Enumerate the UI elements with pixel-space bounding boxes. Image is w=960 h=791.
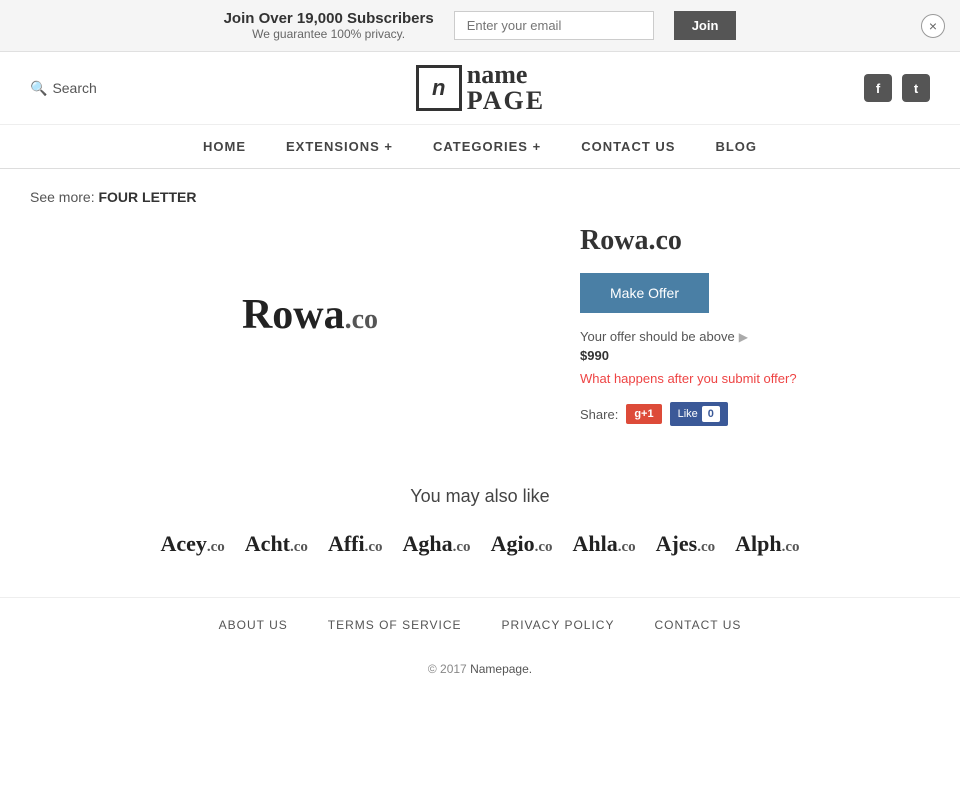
also-like-item[interactable]: Ahla.co xyxy=(572,531,635,557)
header: 🔍 Search n name PAGE f t xyxy=(0,52,960,125)
also-like-item[interactable]: Acey.co xyxy=(160,531,224,557)
footer-link-about[interactable]: ABOUT US xyxy=(219,618,288,632)
close-banner-button[interactable]: × xyxy=(921,14,945,38)
share-label: Share: xyxy=(580,407,618,422)
twitter-icon[interactable]: t xyxy=(902,74,930,102)
footer-link-terms[interactable]: TERMS OF SERVICE xyxy=(328,618,462,632)
footer-link-privacy[interactable]: PRIVACY POLICY xyxy=(502,618,615,632)
also-like-ext: .co xyxy=(365,539,383,555)
also-like-item[interactable]: Ajes.co xyxy=(656,531,715,557)
footer-brand-link[interactable]: Namepage. xyxy=(470,662,532,676)
nav-categories[interactable]: CATEGORIES + xyxy=(433,139,541,154)
also-like-ext: .co xyxy=(535,539,553,555)
domain-display: Rowa.co Rowa.co Make Offer Your offer sh… xyxy=(30,225,930,426)
also-like-item[interactable]: Affi.co xyxy=(328,531,383,557)
see-more-prefix: See more: xyxy=(30,189,95,205)
nav-blog[interactable]: BLOG xyxy=(715,139,757,154)
logo-page: PAGE xyxy=(467,88,545,114)
offer-hint: Your offer should be above ▶ xyxy=(580,329,860,344)
four-letter-link[interactable]: FOUR LETTER xyxy=(98,189,196,205)
also-like-name: Ajes xyxy=(656,531,698,556)
social-links: f t xyxy=(864,74,930,102)
footer-copy: © 2017 Namepage. xyxy=(0,652,960,696)
also-like-title: You may also like xyxy=(30,486,930,507)
also-like-name: Agio xyxy=(491,531,535,556)
banner-headline: Join Over 19,000 Subscribers xyxy=(224,10,434,27)
main-content: See more: FOUR LETTER Rowa.co Rowa.co Ma… xyxy=(0,169,960,597)
top-banner: Join Over 19,000 Subscribers We guarante… xyxy=(0,0,960,52)
also-like-ext: .co xyxy=(618,539,636,555)
nav-home[interactable]: HOME xyxy=(203,139,246,154)
also-like-item[interactable]: Agio.co xyxy=(491,531,553,557)
offer-hint-text: Your offer should be above xyxy=(580,329,735,344)
offer-after-link[interactable]: What happens after you submit offer? xyxy=(580,371,860,386)
nav-extensions[interactable]: EXTENSIONS + xyxy=(286,139,393,154)
breadcrumb: See more: FOUR LETTER xyxy=(30,189,930,205)
google-plus-button[interactable]: g+1 xyxy=(626,404,661,424)
banner-text: Join Over 19,000 Subscribers We guarante… xyxy=(224,10,434,41)
also-like-item[interactable]: Alph.co xyxy=(735,531,799,557)
also-like-name: Acey xyxy=(160,531,206,556)
also-like-ext: .co xyxy=(782,539,800,555)
also-like-item[interactable]: Agha.co xyxy=(403,531,471,557)
footer-copy-year: © 2017 xyxy=(428,662,467,676)
nav-contact[interactable]: CONTACT US xyxy=(581,139,675,154)
also-like-item[interactable]: Acht.co xyxy=(245,531,308,557)
also-like-name: Acht xyxy=(245,531,290,556)
join-button[interactable]: Join xyxy=(674,11,737,40)
domain-name-part: Rowa xyxy=(242,292,345,338)
footer-links: ABOUT US TERMS OF SERVICE PRIVACY POLICY CO… xyxy=(0,597,960,652)
share-row: Share: g+1 Like 0 xyxy=(580,402,860,426)
search-label: Search xyxy=(52,80,96,96)
also-like-name: Agha xyxy=(403,531,453,556)
logo-name: name xyxy=(467,62,545,88)
also-like-name: Ahla xyxy=(572,531,617,556)
logo-link[interactable]: n name PAGE xyxy=(416,62,545,114)
domain-image-name: Rowa.co xyxy=(242,291,378,339)
main-nav: HOME EXTENSIONS + CATEGORIES + CONTACT U… xyxy=(0,125,960,169)
logo-icon: n xyxy=(416,65,462,111)
facebook-icon[interactable]: f xyxy=(864,74,892,102)
domain-content: Rowa.co Rowa.co Make Offer Your offer sh… xyxy=(30,225,930,426)
domain-info: Rowa.co Make Offer Your offer should be … xyxy=(580,225,860,426)
arrow-right-icon: ▶ xyxy=(739,330,748,344)
also-like-name: Affi xyxy=(328,531,365,556)
footer-link-contact[interactable]: CONTACT US xyxy=(654,618,741,632)
logo-icon-letter: n xyxy=(432,75,445,101)
search-area[interactable]: 🔍 Search xyxy=(30,80,97,97)
make-offer-button[interactable]: Make Offer xyxy=(580,273,709,313)
also-like-grid: Acey.coAcht.coAffi.coAgha.coAgio.coAhla.… xyxy=(30,531,930,557)
domain-image: Rowa.co xyxy=(100,225,520,405)
fb-like-label: Like xyxy=(678,408,698,420)
also-like-section: You may also like Acey.coAcht.coAffi.coA… xyxy=(30,456,930,577)
email-input[interactable] xyxy=(454,11,654,40)
domain-ext-part: .co xyxy=(345,304,378,335)
fb-count: 0 xyxy=(702,406,720,422)
facebook-like-button[interactable]: Like 0 xyxy=(670,402,728,426)
also-like-ext: .co xyxy=(207,539,225,555)
also-like-ext: .co xyxy=(697,539,715,555)
also-like-name: Alph xyxy=(735,531,781,556)
offer-amount: $990 xyxy=(580,348,860,363)
logo-text: name PAGE xyxy=(467,62,545,114)
also-like-ext: .co xyxy=(290,539,308,555)
banner-subtext: We guarantee 100% privacy. xyxy=(224,27,434,41)
also-like-ext: .co xyxy=(453,539,471,555)
search-icon: 🔍 xyxy=(30,80,47,97)
domain-title: Rowa.co xyxy=(580,225,860,257)
